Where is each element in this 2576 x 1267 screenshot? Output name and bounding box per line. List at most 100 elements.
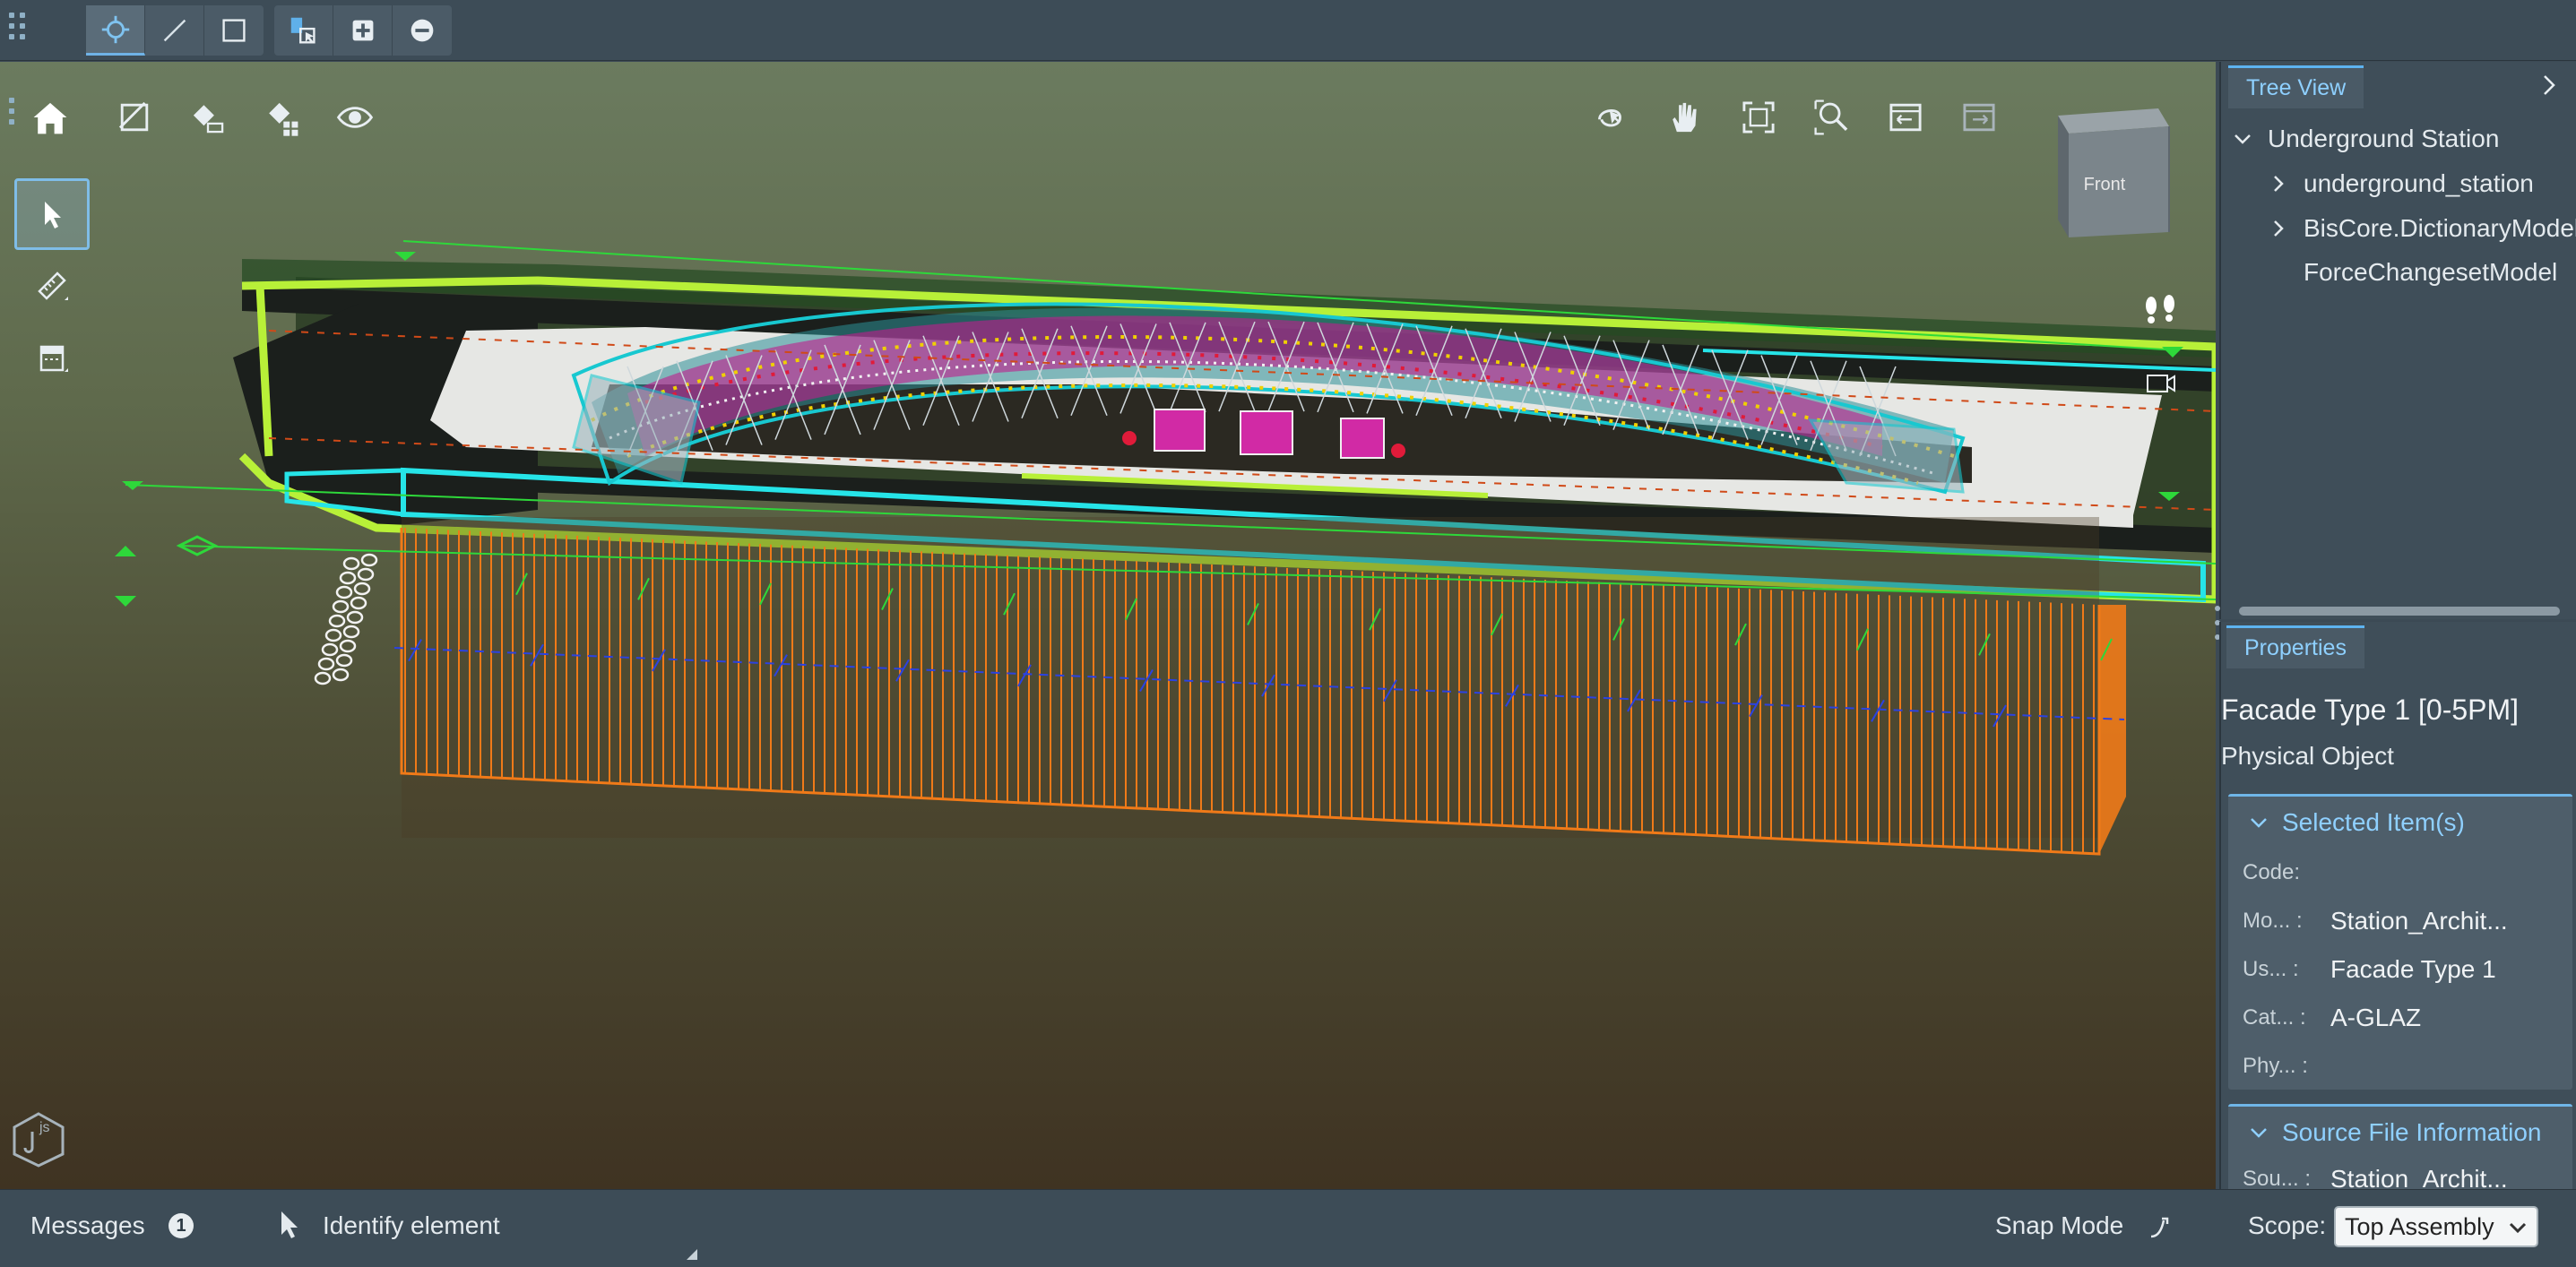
chevron-right-icon[interactable]	[2268, 218, 2289, 239]
selected-items-header[interactable]: Selected Item(s)	[2228, 797, 2572, 849]
isolate-button[interactable]	[255, 90, 308, 144]
selected-items-group: Selected Item(s) Code: Mo... : Station_A…	[2228, 794, 2572, 1090]
property-label: Us... :	[2243, 957, 2299, 981]
zoom-in-icon	[352, 20, 373, 41]
message-count-badge[interactable]: 1	[163, 1211, 197, 1240]
camera-icon[interactable]	[2146, 372, 2176, 395]
toolbar-grip-handle[interactable]	[9, 13, 30, 45]
property-label: Code:	[2243, 860, 2301, 884]
section-tool-button[interactable]	[108, 90, 161, 144]
measure-distance-icon	[38, 272, 68, 300]
navigation-cube[interactable]	[2045, 103, 2171, 243]
panel-expand-chevron-icon[interactable]	[2537, 73, 2562, 98]
chevron-down-icon	[2251, 1128, 2267, 1138]
accudraw-snap-icon	[101, 15, 129, 43]
property-row-model: Mo... : Station_Archit...	[2243, 899, 2563, 944]
nav-cube-front-label: Front	[2083, 175, 2126, 194]
view-undo-button[interactable]	[1879, 90, 1932, 144]
property-row-category: Cat... : A-GLAZ	[2243, 996, 2563, 1040]
3d-viewport[interactable]: Front js	[0, 62, 2216, 1189]
line-button[interactable]	[145, 5, 204, 56]
isolate-icon	[269, 102, 298, 136]
visibility-icon	[336, 107, 374, 128]
resize-corner-icon[interactable]	[687, 1249, 697, 1260]
measure-toggle-button[interactable]	[181, 90, 235, 144]
line-icon	[163, 19, 186, 42]
select-element-tool[interactable]	[14, 178, 90, 250]
home-view-button[interactable]	[23, 90, 77, 144]
itwin-js-logo-icon: js	[13, 1112, 65, 1168]
measure-distance-tool[interactable]	[14, 250, 90, 322]
home-icon	[33, 102, 67, 134]
fit-view-icon	[1742, 101, 1775, 134]
property-value: A-GLAZ	[2330, 1004, 2422, 1031]
rectangle-icon	[222, 19, 246, 42]
tree-node-dictionary-model[interactable]: BisCore.DictionaryModel	[2268, 207, 2576, 250]
drawing-tool-group	[86, 5, 264, 56]
visibility-button[interactable]	[328, 90, 382, 144]
view-redo-button[interactable]	[1952, 90, 2006, 144]
property-row-source: Sou... : Station_Archit...	[2243, 1157, 2563, 1189]
property-label: Mo... :	[2243, 909, 2303, 933]
snap-mode-label[interactable]: Snap Mode	[1995, 1211, 2123, 1240]
zoom-out-icon	[411, 19, 434, 42]
chevron-down-icon[interactable]	[2232, 128, 2253, 150]
tree-node-label: underground_station	[2304, 169, 2534, 197]
messages-label[interactable]: Messages	[30, 1211, 145, 1240]
scope-dropdown[interactable]: Top Assembly	[2334, 1206, 2538, 1247]
select-tool-icon	[290, 17, 316, 44]
view-redo-icon	[1963, 103, 1995, 132]
tree-node-label: Underground Station	[2268, 125, 2500, 152]
pan-view-button[interactable]	[1658, 90, 1712, 144]
rotate-icon	[1598, 109, 1621, 127]
rectangle-button[interactable]	[204, 5, 264, 56]
zoom-out-button[interactable]	[393, 5, 452, 56]
clipping-tool[interactable]	[14, 322, 90, 393]
zoom-in-button[interactable]	[333, 5, 393, 56]
pan-icon	[1673, 102, 1697, 133]
snap-mode-icon[interactable]	[2146, 1213, 2174, 1240]
tree-node-label: ForceChangesetModel	[2304, 258, 2558, 286]
properties-panel: Properties Facade Type 1 [0-5PM] Physica…	[2219, 622, 2576, 1189]
property-row-code: Code:	[2243, 850, 2563, 895]
measure-toggle-icon	[193, 105, 224, 134]
chevron-down-icon	[2509, 1222, 2527, 1234]
property-value: Facade Type 1	[2330, 955, 2496, 983]
zoom-window-icon	[1814, 99, 1848, 135]
select-tool-button[interactable]	[274, 5, 333, 56]
tree-node-underground-station-model[interactable]: underground_station	[2268, 162, 2534, 205]
top-toolbar	[0, 0, 2576, 61]
tool-prompt: Identify element	[323, 1211, 500, 1239]
accudraw-snap-button[interactable]	[86, 5, 145, 56]
rotate-view-button[interactable]	[1583, 90, 1637, 144]
tree-node-underground-station[interactable]: Underground Station	[2232, 117, 2499, 160]
station-model-render[interactable]	[0, 62, 2216, 1189]
group-title: Selected Item(s)	[2282, 808, 2465, 836]
group-title: Source File Information	[2282, 1118, 2542, 1146]
fit-view-button[interactable]	[1732, 90, 1785, 144]
property-label: Sou... :	[2243, 1167, 2312, 1189]
clipping-icon	[39, 345, 68, 372]
message-count: 1	[169, 1213, 194, 1238]
svg-text:js: js	[39, 1120, 50, 1135]
view-undo-icon	[1889, 103, 1922, 132]
zoom-window-button[interactable]	[1805, 90, 1859, 144]
element-title: Facade Type 1 [0-5PM]	[2221, 694, 2520, 726]
tab-tree-view[interactable]: Tree View	[2228, 65, 2364, 108]
property-value: Station_Archit...	[2330, 907, 2508, 935]
select-arrow-icon	[45, 202, 61, 228]
viewport-toolbar-grip[interactable]	[9, 98, 18, 134]
tree-node-label: BisCore.DictionaryModel	[2304, 214, 2576, 242]
chevron-down-icon	[2251, 818, 2267, 828]
cursor-arrow-icon	[281, 1211, 298, 1238]
tab-properties[interactable]: Properties	[2226, 625, 2364, 668]
scope-selected-value: Top Assembly	[2345, 1212, 2494, 1240]
tree-node-force-changeset-model[interactable]: ForceChangesetModel	[2304, 251, 2557, 294]
chevron-right-icon[interactable]	[2268, 173, 2289, 194]
walk-mode-icon[interactable]	[2139, 293, 2182, 329]
element-class-label: Physical Object	[2221, 742, 2394, 770]
tree-horizontal-scrollbar[interactable]	[2239, 607, 2560, 616]
source-file-header[interactable]: Source File Information	[2228, 1107, 2572, 1159]
property-value: Station_Archit...	[2330, 1165, 2508, 1189]
property-label: Phy... :	[2243, 1054, 2308, 1078]
